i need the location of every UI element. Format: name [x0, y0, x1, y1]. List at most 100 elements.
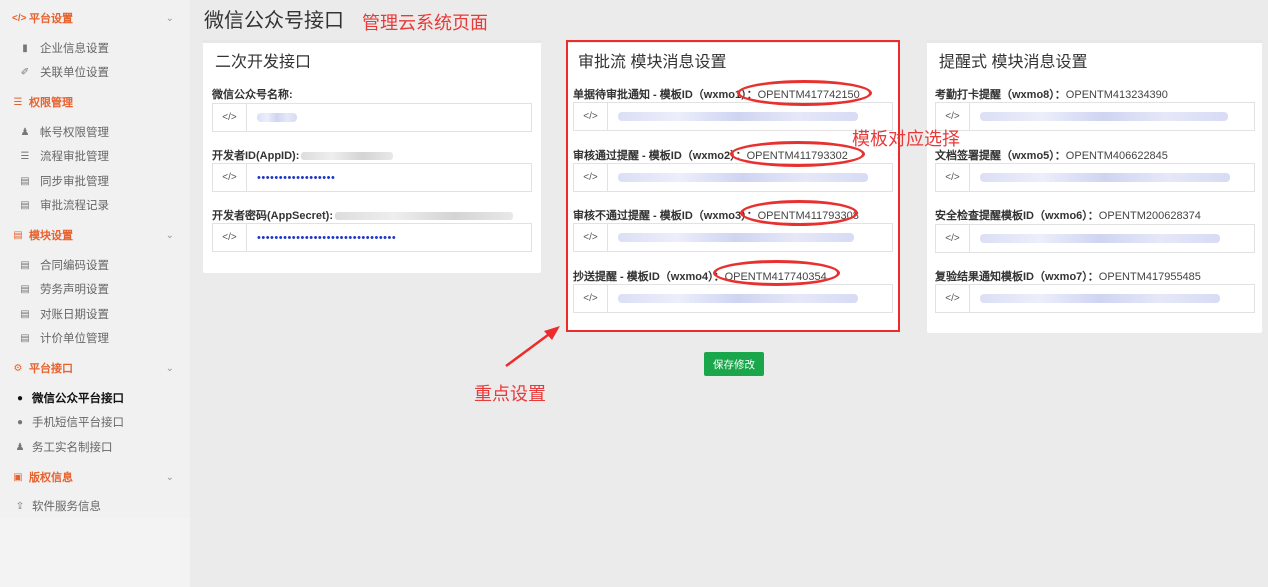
- sidebar-item-software-service[interactable]: ⇪ 软件服务信息: [0, 495, 190, 517]
- sidebar-item-labor-statement[interactable]: ▤ 劳务声明设置: [0, 278, 190, 300]
- file-icon: ▤: [20, 332, 30, 344]
- field-label-text: 开发者ID(AppID):: [212, 150, 300, 162]
- file-icon: ▤: [20, 259, 30, 271]
- sidebar-item-label: 务工实名制接口: [32, 442, 113, 454]
- panel-title: 提醒式 模块消息设置: [939, 54, 1088, 71]
- sidebar-item-label: 企业信息设置: [40, 43, 109, 55]
- sidebar-item-realname-interface[interactable]: ♟ 务工实名制接口: [0, 436, 190, 458]
- appsecret-input[interactable]: </> ••••••••••••••••••••••••••••••••: [212, 223, 532, 252]
- wxmo8-input[interactable]: </>: [935, 102, 1255, 131]
- building-icon: ▮: [22, 42, 28, 54]
- field-label-account-name: 微信公众号名称:: [212, 86, 293, 102]
- code-icon: </>: [12, 12, 27, 24]
- masked-label: [301, 152, 394, 161]
- sidebar-item-sync-approval[interactable]: ▤ 同步审批管理: [0, 170, 190, 192]
- code-icon: </>: [213, 104, 247, 131]
- page-title: 微信公众号接口: [204, 10, 344, 32]
- chevron-down-icon: ⌄: [165, 229, 174, 241]
- sidebar-group-copyright[interactable]: ▣ 版权信息 ⌄: [0, 466, 190, 488]
- sidebar-group-platform-interface[interactable]: ⚙ 平台接口 ⌄: [0, 357, 190, 379]
- sidebar-item-pricing-unit[interactable]: ▤ 计价单位管理: [0, 327, 190, 349]
- wechat-icon: ●: [16, 392, 24, 404]
- sidebar-item-label: 手机短信平台接口: [32, 417, 124, 429]
- masked-value: [257, 113, 297, 122]
- wxmo5-input[interactable]: </>: [935, 163, 1255, 192]
- wxmo7-input[interactable]: </>: [935, 284, 1255, 313]
- sidebar-item-reconcile-date[interactable]: ▤ 对账日期设置: [0, 303, 190, 325]
- sidebar-group-label: 平台设置: [29, 13, 73, 25]
- annotation-key: 重点设置: [474, 384, 546, 404]
- sidebar-item-label: 审批流程记录: [40, 200, 109, 212]
- users-icon: ♟: [15, 441, 25, 453]
- save-button[interactable]: 保存修改: [704, 352, 764, 376]
- field-label-text: 文档签署提醒（wxmo5）：: [935, 150, 1066, 162]
- file-icon: ▤: [20, 175, 30, 187]
- field-label-text: 安全检查提醒模板ID（wxmo6）：: [935, 210, 1099, 222]
- template-id: OPENTM417955485: [1098, 271, 1201, 283]
- field-value: ••••••••••••••••••: [257, 171, 336, 184]
- sidebar-item-label: 合同编码设置: [40, 260, 109, 272]
- user-lock-icon: ♟: [20, 126, 30, 138]
- masked-value: [980, 294, 1220, 303]
- list-icon: ☰: [20, 150, 30, 162]
- field-value: [970, 285, 1254, 312]
- doc-icon: ▤: [13, 229, 23, 241]
- code-icon: </>: [936, 285, 970, 312]
- file-icon: ▤: [20, 308, 30, 320]
- masked-value: [980, 234, 1220, 243]
- panel-top-border: [927, 40, 1262, 43]
- sidebar-item-label: 帐号权限管理: [40, 127, 109, 139]
- sidebar-item-label: 同步审批管理: [40, 176, 109, 188]
- field-label-text: 开发者密码(AppSecret):: [212, 210, 334, 222]
- sidebar-item-label: 对账日期设置: [40, 309, 109, 321]
- sidebar-item-approval-flow[interactable]: ☰ 流程审批管理: [0, 145, 190, 167]
- wxmo6-input[interactable]: </>: [935, 224, 1255, 253]
- field-label-text: 复验结果通知模板ID（wxmo7）：: [935, 271, 1099, 283]
- highlight-ellipse: [713, 260, 840, 286]
- sidebar: </> 平台设置 ⌄ ▮ 企业信息设置 ✐ 关联单位设置 ☰ 权限管理 ♟ 帐号…: [0, 0, 190, 587]
- field-label-text: 考勤打卡提醒（wxmo8）：: [935, 89, 1066, 101]
- sidebar-group-label: 版权信息: [29, 472, 73, 484]
- gear-icon: ⚙: [13, 362, 23, 374]
- account-name-input[interactable]: </>: [212, 103, 532, 132]
- appid-input[interactable]: </> ••••••••••••••••••: [212, 163, 532, 192]
- masked-label: [335, 212, 514, 221]
- code-icon: </>: [936, 225, 970, 252]
- arrow-icon: [505, 326, 560, 368]
- list-icon: ☰: [13, 96, 23, 108]
- chat-icon: ●: [16, 416, 24, 428]
- chevron-down-icon: ⌄: [165, 471, 174, 483]
- chevron-down-icon: ⌄: [165, 12, 174, 24]
- pin-icon: ✐: [20, 66, 30, 78]
- panel-dev-interface: 二次开发接口 微信公众号名称: </> 开发者ID(AppID): </> ••…: [203, 40, 541, 273]
- code-icon: </>: [213, 224, 247, 251]
- field-label-appsecret: 开发者密码(AppSecret):: [212, 207, 514, 223]
- annotation-title: 管理云系统页面: [362, 13, 488, 33]
- sidebar-item-sms-interface[interactable]: ● 手机短信平台接口: [0, 411, 190, 433]
- template-id: OPENTM406622845: [1065, 150, 1168, 162]
- file-icon: ▤: [20, 283, 30, 295]
- sidebar-item-account-permissions[interactable]: ♟ 帐号权限管理: [0, 121, 190, 143]
- sidebar-group-platform-settings[interactable]: </> 平台设置 ⌄: [0, 7, 190, 29]
- sidebar-group-permissions[interactable]: ☰ 权限管理: [0, 91, 190, 113]
- panel-top-border: [203, 40, 541, 43]
- sidebar-item-label: 劳务声明设置: [40, 284, 109, 296]
- field-value: ••••••••••••••••••••••••••••••••: [257, 231, 397, 244]
- code-icon: </>: [213, 164, 247, 191]
- sidebar-group-module-settings[interactable]: ▤ 模块设置 ⌄: [0, 224, 190, 246]
- sidebar-group-label: 模块设置: [29, 230, 73, 242]
- sidebar-item-company-info[interactable]: ▮ 企业信息设置: [0, 37, 190, 59]
- panel-reminder-messages: 提醒式 模块消息设置 考勤打卡提醒（wxmo8）：OPENTM413234390…: [927, 40, 1262, 333]
- highlight-ellipse: [737, 80, 872, 106]
- sidebar-item-approval-records[interactable]: ▤ 审批流程记录: [0, 194, 190, 216]
- code-icon: </>: [936, 164, 970, 191]
- sidebar-group-label: 平台接口: [29, 363, 73, 375]
- sidebar-item-related-units[interactable]: ✐ 关联单位设置: [0, 61, 190, 83]
- field-label-wxmo7: 复验结果通知模板ID（wxmo7）：OPENTM417955485: [935, 268, 1201, 284]
- sidebar-item-label: 计价单位管理: [40, 333, 109, 345]
- sidebar-item-contract-code[interactable]: ▤ 合同编码设置: [0, 254, 190, 276]
- upload-icon: ⇪: [15, 500, 25, 512]
- sidebar-item-wechat-interface[interactable]: ● 微信公众平台接口: [0, 387, 190, 409]
- field-label-wxmo6: 安全检查提醒模板ID（wxmo6）：OPENTM200628374: [935, 207, 1201, 223]
- sidebar-group-label: 权限管理: [29, 97, 73, 109]
